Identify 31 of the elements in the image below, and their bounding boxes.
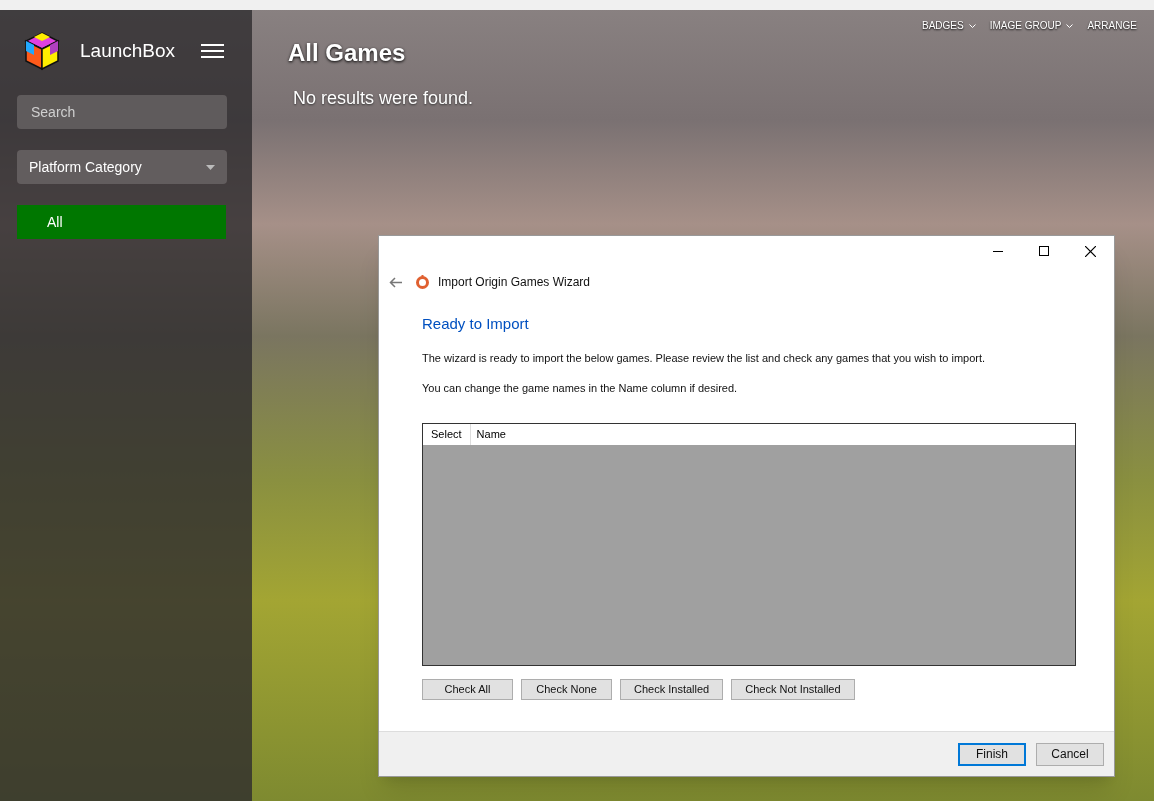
check-button[interactable]: Check None: [521, 678, 612, 700]
ring-logo-icon: [416, 275, 429, 289]
menu-dropdown[interactable]: ARRANGE: [1087, 18, 1137, 33]
chevron-down-icon: [1066, 23, 1074, 28]
app-title: LaunchBox: [80, 38, 176, 63]
menu-icon[interactable]: [201, 44, 225, 58]
column-header[interactable]: Select: [423, 423, 471, 445]
instruction-text: You can change the game names in the Name column if desired.: [422, 381, 739, 396]
platform-item[interactable]: All: [17, 205, 226, 239]
maximize-icon[interactable]: [1039, 246, 1049, 256]
instruction-text: The wizard is ready to import the below games. Please review the list and check any games that you wish to import.: [422, 350, 987, 366]
chevron-down-icon: [968, 23, 976, 28]
column-header[interactable]: Name: [470, 423, 512, 445]
back-arrow-icon[interactable]: [389, 276, 402, 288]
page-title: All Games: [288, 38, 407, 68]
minimize-icon[interactable]: [993, 250, 1003, 252]
check-button[interactable]: Check Not Installed: [731, 678, 855, 700]
platform-category-dropdown[interactable]: Platform Category: [17, 150, 227, 184]
check-button[interactable]: Check Installed: [620, 678, 724, 700]
dialog-title: Import Origin Games Wizard: [438, 274, 591, 291]
dialog-button[interactable]: Finish: [958, 742, 1026, 766]
menu-dropdown[interactable]: BADGES: [922, 18, 976, 33]
menu-dropdown[interactable]: IMAGE GROUP: [989, 18, 1074, 33]
dropdown-arrow-icon: [206, 164, 215, 170]
cube-logo-icon: [24, 31, 60, 71]
wizard-heading: Ready to Import: [422, 314, 530, 334]
check-button[interactable]: Check All: [422, 678, 513, 700]
dialog-button[interactable]: Cancel: [1036, 742, 1104, 766]
search-field[interactable]: Search: [17, 95, 227, 129]
empty-message: No results were found.: [293, 87, 474, 110]
close-icon[interactable]: [1085, 245, 1096, 257]
